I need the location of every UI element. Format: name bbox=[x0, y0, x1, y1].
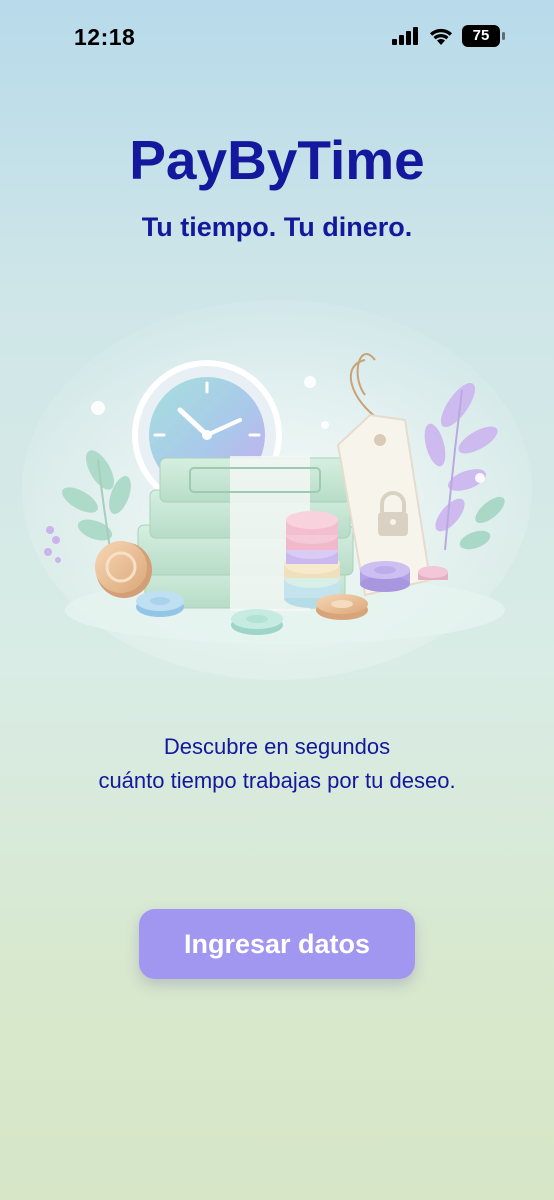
description-line-1: Descubre en segundos bbox=[163, 734, 391, 759]
coin-gold-icon bbox=[316, 594, 368, 620]
status-bar: 12:18 75 bbox=[0, 0, 554, 76]
battery-level: 75 bbox=[472, 27, 490, 44]
description-line-2: cuánto tiempo trabajas por tu deseo. bbox=[98, 768, 456, 793]
description: Descubre en segundos cuánto tiempo traba… bbox=[0, 730, 554, 798]
battery-icon: 75 bbox=[462, 25, 506, 47]
status-icons: 75 bbox=[392, 25, 506, 47]
coin-stack-purple-icon bbox=[360, 561, 410, 592]
app-tagline: Tu tiempo. Tu dinero. bbox=[141, 212, 413, 242]
coin-pink-small-icon bbox=[418, 566, 448, 580]
coin-teal-icon bbox=[231, 609, 283, 635]
hero-illustration bbox=[22, 300, 532, 680]
status-time: 12:18 bbox=[74, 24, 136, 50]
signal-icon bbox=[392, 27, 418, 45]
coin-blue-icon bbox=[136, 591, 184, 617]
enter-data-button[interactable]: Ingresar datos bbox=[139, 909, 415, 979]
wifi-icon bbox=[430, 28, 452, 45]
app-title: PayByTime bbox=[129, 129, 425, 191]
coin-stack-pink-icon bbox=[284, 511, 340, 608]
